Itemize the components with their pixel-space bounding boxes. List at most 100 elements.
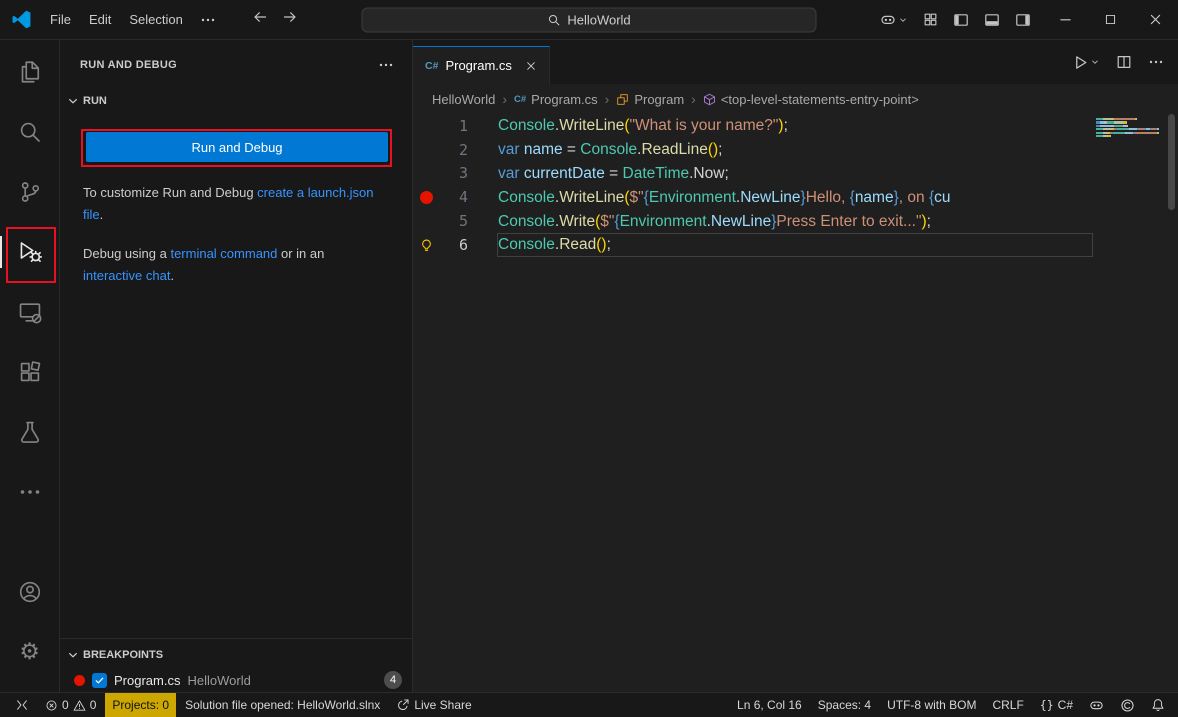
menu-selection[interactable]: Selection (120, 9, 191, 30)
run-and-debug-sidebar: RUN AND DEBUG RUN Run and Debug To custo… (60, 40, 413, 692)
copilot-menu-icon[interactable] (880, 12, 908, 28)
debug-welcome-view: To customize Run and Debug create a laun… (83, 182, 383, 304)
status-problems[interactable]: 00 (38, 693, 103, 717)
tab-label: Program.cs (445, 58, 511, 73)
line-number: 6 (439, 236, 468, 254)
symbol-method-icon (703, 93, 716, 106)
breakpoint-file: Program.cs (114, 673, 180, 688)
section-run[interactable]: RUN (66, 88, 107, 114)
status-indentation[interactable]: Spaces: 4 (811, 693, 878, 717)
status-projects[interactable]: Projects: 0 (105, 693, 176, 717)
activity-testing-icon[interactable] (0, 408, 59, 456)
menubar: FileEditSelection (41, 9, 192, 30)
status-solution-status[interactable]: Solution file opened: HelloWorld.slnx (178, 693, 387, 717)
status-eol-sequence[interactable]: CRLF (985, 693, 1030, 717)
activity-source-control-icon[interactable] (0, 168, 59, 216)
code-line-1[interactable]: 1Console.WriteLine("What is your name?")… (413, 114, 1093, 138)
menu-file[interactable]: File (41, 9, 80, 30)
status-notifications[interactable] (1144, 693, 1172, 717)
welcome-text: Debug using a terminal command or in an … (83, 243, 383, 286)
activity-more-views-icon[interactable] (0, 468, 59, 516)
go-forward-icon[interactable] (282, 9, 298, 30)
line-number: 3 (439, 164, 468, 182)
status-cursor-position[interactable]: Ln 6, Col 16 (730, 693, 809, 717)
breakpoints-section: BREAKPOINTS Program.cs HelloWorld 4 (60, 638, 412, 692)
toggle-sidebar-icon[interactable] (953, 12, 969, 28)
run-and-debug-button[interactable]: Run and Debug (86, 132, 388, 162)
breakpoint-list-item[interactable]: Program.cs HelloWorld 4 (74, 669, 402, 691)
more-menus-icon[interactable] (192, 9, 224, 31)
views-more-actions-icon[interactable] (378, 57, 394, 73)
vscode-logo-icon (0, 10, 41, 29)
breadcrumb-separator: › (691, 91, 696, 107)
breadcrumb-separator: › (502, 91, 507, 107)
csharp-file-icon: C# (514, 94, 526, 105)
close-button[interactable] (1133, 0, 1178, 39)
breadcrumb-program[interactable]: Program (616, 92, 684, 107)
lightbulb-icon[interactable] (419, 237, 434, 252)
status-live-share[interactable]: Live Share (389, 693, 478, 717)
editor-group: C#Program.cs HelloWorld›C#Program.cs›Pro… (413, 40, 1178, 692)
activity-remote-explorer-icon[interactable] (0, 288, 59, 336)
tab-program.cs[interactable]: C# Program.cs (413, 46, 550, 84)
line-number: 5 (439, 212, 468, 230)
toggle-panel-icon[interactable] (984, 12, 1000, 28)
status-encoding[interactable]: UTF-8 with BOM (880, 693, 983, 717)
breadcrumb: HelloWorld›C#Program.cs›Program›<top-lev… (413, 84, 1178, 114)
activity-search-icon[interactable] (0, 108, 59, 156)
csharp-file-icon: C# (425, 60, 438, 72)
breakpoint-line-badge: 4 (384, 671, 402, 689)
line-number: 1 (439, 117, 468, 135)
status-remote-window[interactable] (8, 693, 36, 717)
breadcrumb-program.cs[interactable]: C#Program.cs (514, 92, 598, 107)
activity-explorer-icon[interactable] (0, 48, 59, 96)
command-center-text: HelloWorld (567, 12, 630, 27)
maximize-button[interactable] (1088, 0, 1133, 39)
command-center-search[interactable]: HelloWorld (362, 7, 817, 32)
editor-more-actions-icon[interactable] (1148, 54, 1164, 70)
minimap[interactable] (1096, 118, 1162, 138)
breakpoint-checkbox[interactable] (92, 673, 107, 688)
toggle-secondary-sidebar-icon[interactable] (1015, 12, 1031, 28)
line-number: 4 (439, 188, 468, 206)
symbol-class-icon (616, 93, 629, 106)
workbench: ⚙ RUN AND DEBUG RUN Run and Debug To cus… (0, 40, 1178, 692)
breakpoint-folder: HelloWorld (187, 673, 250, 688)
minimize-button[interactable] (1043, 0, 1088, 39)
menu-edit[interactable]: Edit (80, 9, 120, 30)
sidebar-title: RUN AND DEBUG (80, 59, 177, 71)
chevron-down-icon (66, 94, 80, 108)
activity-accounts-icon[interactable] (0, 568, 59, 616)
tab-bar: C# Program.cs (413, 40, 1178, 84)
status-bar: 00Projects: 0Solution file opened: Hello… (0, 692, 1178, 717)
welcome-text: To customize Run and Debug create a laun… (83, 182, 383, 225)
status-language-mode[interactable]: {}C# (1033, 693, 1080, 717)
split-editor-icon[interactable] (1116, 54, 1132, 70)
activity-settings-icon[interactable]: ⚙ (0, 628, 59, 676)
run-code-icon[interactable] (1072, 54, 1100, 71)
status-copilot[interactable] (1082, 693, 1111, 717)
breadcrumb-top-level-statements-entry-point[interactable]: <top-level-statements-entry-point> (703, 92, 919, 107)
code-editor[interactable]: 1Console.WriteLine("What is your name?")… (413, 114, 1093, 692)
activity-run-and-debug-icon[interactable] (0, 228, 59, 276)
code-line-5[interactable]: 5Console.Write($"{Environment.NewLine}Pr… (413, 209, 1093, 233)
close-tab-icon[interactable] (525, 60, 537, 72)
brackets-icon: {} (1040, 698, 1054, 712)
code-line-6[interactable]: 6Console.Read(); (413, 233, 1093, 257)
breakpoint-icon (74, 675, 85, 686)
code-line-2[interactable]: 2var name = Console.ReadLine(); (413, 138, 1093, 162)
section-breakpoints[interactable]: BREAKPOINTS (66, 644, 163, 666)
customize-layout-icon[interactable] (923, 12, 938, 27)
code-line-4[interactable]: 4Console.WriteLine($"{Environment.NewLin… (413, 185, 1093, 209)
scrollbar-thumb[interactable] (1168, 114, 1175, 210)
search-icon (547, 13, 560, 26)
link-terminal-command[interactable]: terminal command (170, 246, 277, 261)
breadcrumb-helloworld[interactable]: HelloWorld (432, 92, 495, 107)
go-back-icon[interactable] (252, 9, 268, 30)
activity-bar: ⚙ (0, 40, 60, 692)
link-interactive-chat[interactable]: interactive chat (83, 268, 170, 283)
activity-extensions-icon[interactable] (0, 348, 59, 396)
breakpoint-icon[interactable] (420, 191, 433, 204)
code-line-3[interactable]: 3var currentDate = DateTime.Now; (413, 162, 1093, 186)
status-csharp-devkit[interactable] (1113, 693, 1142, 717)
